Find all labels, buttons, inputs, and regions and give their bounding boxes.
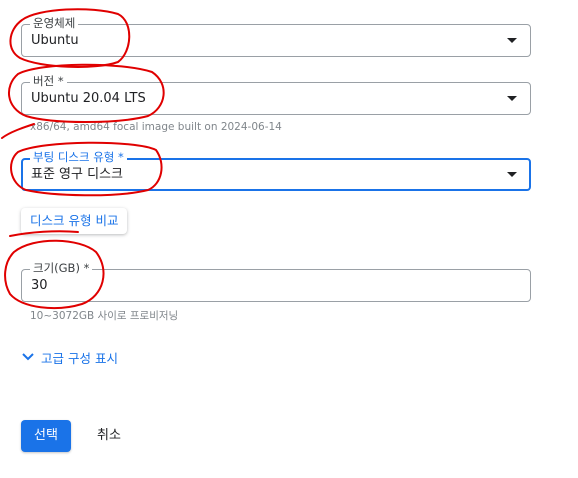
os-select[interactable]: 운영체제 Ubuntu	[21, 16, 531, 57]
version-hint: x86/64, amd64 focal image built on 2024-…	[30, 121, 282, 133]
size-value[interactable]: 30	[31, 278, 48, 294]
select-button[interactable]: 선택	[21, 420, 71, 452]
version-value: Ubuntu 20.04 LTS	[31, 91, 146, 106]
cancel-button[interactable]: 취소	[86, 420, 132, 452]
boot-disk-panel: 운영체제 Ubuntu 버전 * Ubuntu 20.04 LTS x86/64…	[0, 0, 578, 478]
red-annotation-marks	[1, 8, 165, 310]
size-input[interactable]: 크기(GB) * 30	[21, 261, 531, 302]
boot-disk-type-value: 표준 영구 디스크	[31, 167, 123, 182]
compare-disk-types-button[interactable]: 디스크 유형 비교	[21, 208, 128, 234]
advanced-label: 고급 구성 표시	[41, 350, 118, 366]
dropdown-arrow-icon[interactable]	[507, 38, 517, 43]
os-label: 운영체제	[30, 16, 79, 30]
version-label: 버전 *	[30, 74, 67, 88]
dropdown-arrow-icon[interactable]	[507, 172, 517, 177]
size-label: 크기(GB) *	[30, 261, 93, 275]
boot-disk-type-select[interactable]: 부팅 디스크 유형 * 표준 영구 디스크	[21, 150, 531, 191]
show-advanced-config-toggle[interactable]: 고급 구성 표시	[21, 347, 118, 367]
boot-disk-type-label: 부팅 디스크 유형 *	[30, 150, 127, 164]
chevron-down-icon	[22, 353, 34, 361]
os-value: Ubuntu	[31, 33, 79, 48]
dropdown-arrow-icon[interactable]	[507, 96, 517, 101]
size-hint: 10~3072GB 사이로 프로비저닝	[30, 310, 179, 322]
version-select[interactable]: 버전 * Ubuntu 20.04 LTS	[21, 74, 531, 115]
